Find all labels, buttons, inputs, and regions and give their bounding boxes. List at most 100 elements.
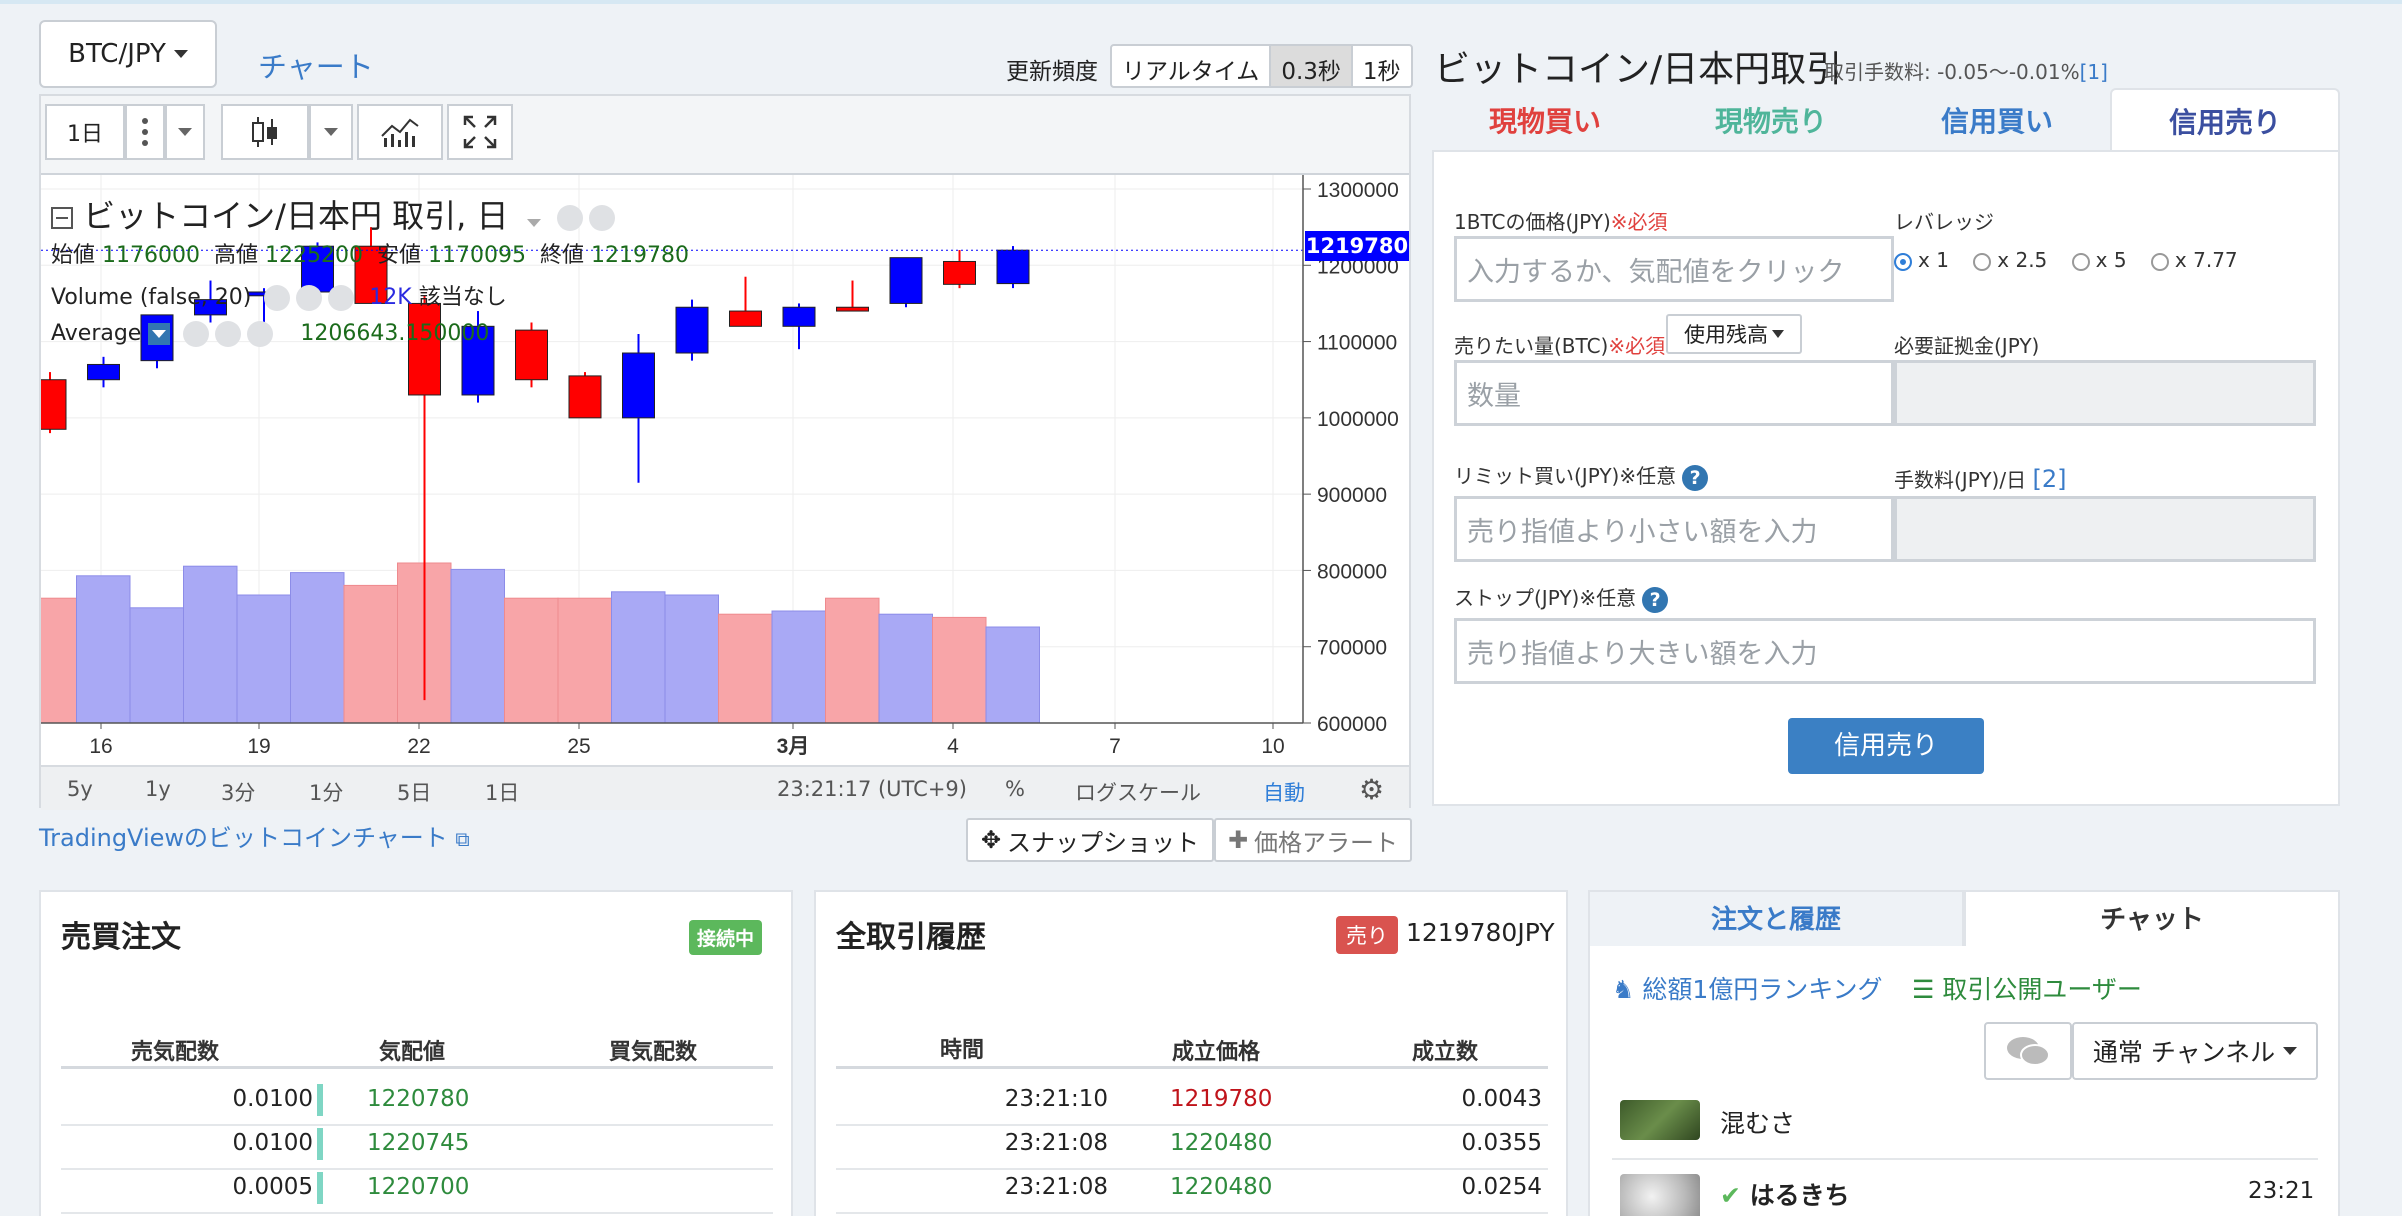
chart-settings-gear-icon[interactable]: ⚙ (1359, 773, 1384, 806)
gear-icon[interactable] (296, 285, 323, 311)
range-5d[interactable]: 5日 (397, 777, 431, 807)
eye-icon[interactable] (556, 205, 583, 231)
gear-icon[interactable] (588, 205, 615, 231)
ohlc-open: 1176000 (102, 243, 200, 268)
volume-bar (985, 626, 1040, 724)
book-price[interactable]: 1220780 (367, 1086, 469, 1112)
price-placeholder: 入力するか、気配値をクリック (1467, 256, 1845, 288)
table-row[interactable]: 0.0100 1220780 (61, 1080, 773, 1124)
tradingview-link[interactable]: TradingViewのビットコインチャート ⧉ (39, 818, 470, 853)
table-row[interactable]: 0.0100 1220745 (61, 1124, 773, 1168)
gear-icon[interactable] (215, 321, 242, 347)
table-row[interactable]: 0.0005 1220700 (61, 1168, 773, 1212)
price-alert-button[interactable]: ✚ 価格アラート (1214, 818, 1412, 862)
book-price[interactable]: 1220745 (367, 1130, 469, 1156)
close-icon[interactable] (328, 285, 355, 311)
range-1d[interactable]: 1日 (485, 777, 519, 807)
chart-plot-area[interactable]: 1300000 1200000 1100000 1000000 900000 800000… (41, 173, 1409, 810)
update-freq-0.3s[interactable]: 0.3秒 (1271, 46, 1353, 86)
range-3m[interactable]: 3分 (221, 777, 255, 807)
update-freq-realtime[interactable]: リアルタイム (1112, 46, 1272, 86)
chat-body: ♞ 総額1億円ランキング ☰ 取引公開ユーザー 通常 チャンネル 混むさ ✔ は… (1588, 946, 2340, 1216)
tab-spot-buy[interactable]: 現物買い (1432, 88, 1658, 152)
leverage-x7.77[interactable]: x 7.77 (2150, 248, 2238, 272)
chevron-down-icon[interactable] (526, 219, 541, 227)
book-price[interactable]: 1220700 (367, 1174, 469, 1200)
tab-orders-history[interactable]: 注文と履歴 (1588, 890, 1964, 946)
volume-bar (76, 575, 131, 724)
submit-margin-sell-button[interactable]: 信用売り (1788, 718, 1984, 774)
average-value: 1206643.1 (300, 321, 420, 346)
channel-select[interactable]: 通常 チャンネル (2072, 1022, 2318, 1080)
legend-title-row: ビットコイン/日本円 取引, 日 (51, 191, 615, 237)
ohlc-high-label: 高値 (214, 243, 259, 268)
trade-price: 1219780 (1170, 1086, 1273, 1112)
update-freq-1s[interactable]: 1秒 (1353, 46, 1411, 86)
range-1m[interactable]: 1分 (309, 777, 343, 807)
table-row[interactable]: 0.0100 1220610 (61, 1212, 773, 1216)
tab-spot-sell[interactable]: 現物売り (1658, 88, 1884, 152)
chat-bubble-button[interactable] (1984, 1022, 2072, 1080)
balance-button[interactable]: 使用残高 (1666, 314, 1802, 354)
fee-ref-link[interactable]: [2] (2032, 465, 2066, 493)
close-icon[interactable] (247, 321, 274, 347)
tab-chat[interactable]: チャット (1964, 890, 2340, 948)
public-users-link[interactable]: ☰ 取引公開ユーザー (1912, 970, 2142, 1006)
eye-icon[interactable] (183, 321, 210, 347)
volume-bar (557, 597, 612, 724)
help-icon[interactable]: ? (1682, 464, 1709, 491)
interval-more-button[interactable] (125, 104, 165, 160)
ranking-link[interactable]: ♞ 総額1億円ランキング (1612, 970, 1883, 1006)
average-dropdown-icon[interactable] (148, 323, 171, 345)
trade-price: 1220480 (1170, 1174, 1273, 1200)
stop-input[interactable]: 売り指値より大きい額を入力 (1454, 618, 2316, 684)
limit-input[interactable]: 売り指値より小さい額を入力 (1454, 496, 1894, 562)
volume-value: 12K (369, 285, 412, 310)
leverage-x1[interactable]: x 1 (1894, 248, 1949, 272)
price-label: 1BTCの価格(JPY)※必須 (1454, 210, 1668, 234)
chart-bottom-toolbar: 5y 1y 3分 1分 5日 1日 23:21:17 (UTC+9) % ログス… (41, 765, 1409, 810)
amount-input[interactable]: 数量 (1454, 360, 1894, 426)
range-5y[interactable]: 5y (67, 777, 93, 801)
collapse-legend-icon[interactable] (51, 207, 73, 229)
percent-toggle[interactable]: % (1005, 777, 1025, 801)
volume-bar (718, 613, 773, 724)
candle-body (889, 257, 923, 304)
leverage-label: レバレッジ (1894, 210, 1994, 234)
price-input[interactable]: 入力するか、気配値をクリック (1454, 236, 1894, 302)
chart-style-dropdown-button[interactable] (309, 104, 353, 160)
indicators-button[interactable] (357, 104, 443, 160)
eye-icon[interactable] (264, 285, 291, 311)
candle-body (729, 310, 762, 327)
tab-margin-buy[interactable]: 信用買い (1884, 88, 2110, 152)
x-tick-label: 4 (947, 735, 959, 758)
range-1y[interactable]: 1y (145, 777, 171, 801)
fee-note-ref-link[interactable]: [1] (2080, 60, 2108, 84)
snapshot-button[interactable]: ✥ スナップショット (966, 818, 1214, 862)
average-value2: 50000 (419, 321, 490, 346)
interval-button[interactable]: 1日 (45, 104, 125, 160)
interval-dropdown-button[interactable] (165, 104, 205, 160)
chart-style-button[interactable] (221, 104, 309, 160)
chart-link[interactable]: チャート (258, 44, 374, 86)
help-icon[interactable]: ? (1642, 586, 1669, 613)
depth-bar (317, 1172, 323, 1204)
volume-bar (878, 613, 933, 724)
stop-placeholder: 売り指値より大きい額を入力 (1467, 638, 1818, 670)
tab-margin-sell[interactable]: 信用売り (2110, 88, 2340, 152)
chat-user: 混むさ (1720, 1109, 1796, 1138)
more-vertical-icon (142, 118, 148, 146)
trade-qty: 0.0355 (1461, 1130, 1542, 1156)
candle-body (943, 260, 976, 285)
fullscreen-button[interactable] (447, 104, 513, 160)
chat-panel: 注文と履歴 チャット ♞ 総額1億円ランキング ☰ 取引公開ユーザー 通常 チャ… (1588, 890, 2340, 1216)
candle-body (836, 306, 869, 312)
leverage-x2.5[interactable]: x 2.5 (1973, 248, 2047, 272)
auto-scale-toggle[interactable]: 自動 (1263, 777, 1305, 807)
connection-status-badge: 接続中 (689, 920, 763, 955)
volume-bar (611, 591, 666, 724)
fee-output (1894, 496, 2316, 562)
pair-select[interactable]: BTC/JPY (39, 20, 217, 88)
log-scale-toggle[interactable]: ログスケール (1075, 777, 1201, 807)
leverage-x5[interactable]: x 5 (2071, 248, 2127, 272)
